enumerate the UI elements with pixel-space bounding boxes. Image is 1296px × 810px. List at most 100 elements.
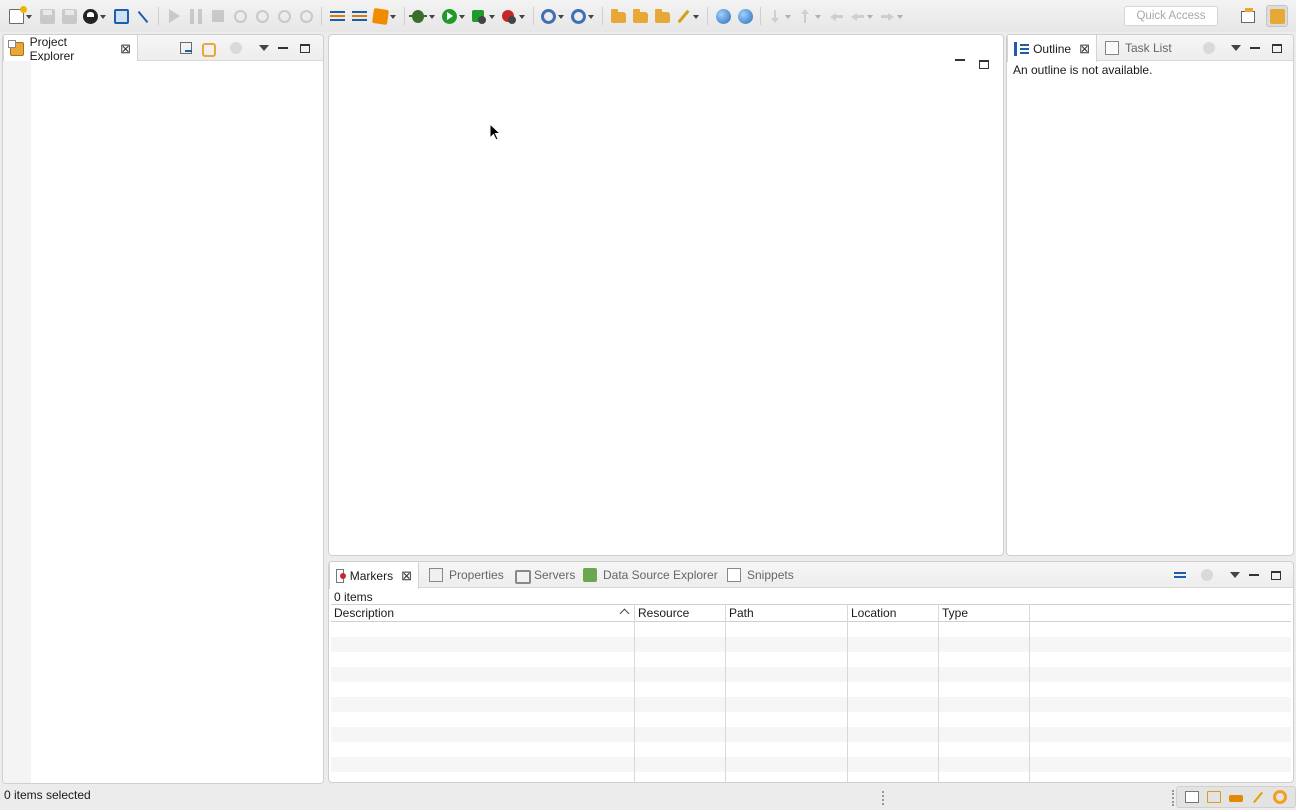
open-perspective-button[interactable] (1238, 7, 1258, 27)
view-menu-button[interactable] (256, 40, 272, 56)
editor-maximize-button[interactable] (979, 60, 989, 69)
maximize-icon (1271, 570, 1281, 580)
samples-icon[interactable] (1251, 791, 1265, 803)
cursor-arrow-icon (489, 123, 501, 141)
toolbar-separator (321, 7, 322, 25)
back-button[interactable] (848, 6, 876, 26)
external-tools-button[interactable] (500, 6, 528, 26)
user-button[interactable] (81, 6, 109, 26)
view-menu-button[interactable] (1227, 567, 1243, 583)
tab-properties[interactable]: Properties (423, 562, 510, 588)
toolbar-separator (602, 7, 603, 25)
status-grip[interactable] (882, 791, 884, 805)
disconnect-button[interactable] (230, 6, 250, 26)
column-header-description[interactable]: Description (331, 605, 635, 622)
column-header-type[interactable]: Type (939, 605, 1030, 622)
markers-header: Markers ⊠ Properties Servers Data Source… (329, 562, 1293, 589)
project-explorer-panel: Project Explorer ⊠ (2, 34, 324, 784)
tab-task-list[interactable]: Task List (1099, 35, 1178, 61)
tab-servers[interactable]: Servers (508, 562, 581, 588)
column-header-path[interactable]: Path (726, 605, 848, 622)
markers-table[interactable]: Description Resource Path Location Type (331, 604, 1291, 782)
new-button[interactable] (7, 5, 35, 26)
debug-button[interactable] (409, 6, 438, 26)
tab-snippets[interactable]: Snippets (721, 562, 800, 588)
trim-grip[interactable] (1172, 790, 1174, 806)
open-file-button[interactable] (652, 6, 672, 26)
column-header-resource[interactable]: Resource (635, 605, 726, 622)
overview-icon[interactable] (1207, 791, 1221, 803)
quick-access-input[interactable]: Quick Access (1124, 6, 1218, 26)
table-row (331, 772, 1291, 782)
step-return-button[interactable] (296, 6, 316, 26)
minimize-button[interactable] (1247, 40, 1263, 56)
resume-button[interactable] (164, 6, 184, 26)
task-list-icon (329, 11, 345, 21)
forward-button[interactable] (878, 6, 906, 26)
globe-button[interactable] (713, 6, 733, 26)
tab-outline[interactable]: Outline ⊠ (1007, 35, 1097, 62)
minimize-button[interactable] (275, 40, 291, 56)
table-body (331, 622, 1291, 782)
focus-button[interactable] (228, 40, 244, 56)
step-over-button[interactable] (274, 6, 294, 26)
filter-button[interactable] (1171, 567, 1187, 583)
new-bean-button[interactable] (371, 6, 399, 26)
next-annotation-button[interactable] (766, 6, 794, 26)
outline-panel: Outline ⊠ Task List An outline is not av… (1006, 34, 1294, 556)
link-with-editor-button[interactable] (199, 40, 216, 57)
terminate-button[interactable] (208, 6, 228, 26)
tab-markers[interactable]: Markers ⊠ (329, 562, 419, 589)
chevron-down-icon (259, 45, 269, 51)
save-button[interactable] (37, 6, 57, 26)
minimize-button[interactable] (1246, 567, 1262, 583)
collapse-all-button[interactable] (178, 40, 194, 56)
tab-project-explorer[interactable]: Project Explorer ⊠ (3, 35, 138, 63)
tutorials-icon[interactable] (1229, 795, 1243, 802)
new-server-button[interactable] (539, 6, 567, 26)
project-tree[interactable] (3, 61, 323, 783)
open-type-button[interactable] (349, 6, 369, 26)
view-menu-button[interactable] (1228, 40, 1244, 56)
maximize-button[interactable] (1269, 40, 1285, 56)
focus-button[interactable] (1199, 567, 1215, 583)
whats-new-icon[interactable] (1273, 790, 1287, 804)
open-folder-button[interactable] (608, 6, 628, 26)
run-button[interactable] (440, 6, 468, 26)
open-project-button[interactable] (630, 6, 650, 26)
wand-icon (136, 9, 151, 24)
column-divider (938, 622, 939, 782)
terminal-button[interactable] (111, 6, 131, 26)
column-header-location[interactable]: Location (848, 605, 939, 622)
debug-icon (409, 9, 427, 23)
wand-button[interactable] (133, 6, 153, 26)
focus-icon (1203, 42, 1215, 54)
pencil-button[interactable] (674, 6, 702, 26)
search-web-button[interactable] (735, 6, 755, 26)
editor-area[interactable] (328, 34, 1004, 556)
status-text: 0 items selected (4, 788, 91, 802)
maximize-button[interactable] (1268, 567, 1284, 583)
tab-label: Servers (534, 568, 576, 582)
last-edit-button[interactable] (826, 6, 846, 26)
close-icon[interactable]: ⊠ (120, 42, 131, 55)
maximize-button[interactable] (297, 40, 313, 56)
welcome-icon[interactable] (1185, 791, 1199, 803)
new-wizard-button[interactable] (569, 6, 597, 26)
suspend-button[interactable] (186, 6, 206, 26)
task-list-button[interactable] (327, 6, 347, 26)
table-row (331, 712, 1291, 727)
sort-ascending-icon (619, 608, 630, 619)
close-icon[interactable]: ⊠ (1079, 42, 1090, 55)
editor-minimize-button[interactable] (955, 59, 965, 61)
previous-annotation-button[interactable] (796, 6, 824, 26)
save-all-button[interactable] (59, 6, 79, 26)
tab-data-source-explorer[interactable]: Data Source Explorer (577, 562, 724, 588)
close-icon[interactable]: ⊠ (401, 569, 412, 582)
toolbar-separator (404, 7, 405, 25)
java-ee-perspective-button[interactable] (1266, 5, 1288, 27)
focus-button[interactable] (1201, 40, 1217, 56)
column-label: Location (851, 606, 897, 620)
step-into-button[interactable] (252, 6, 272, 26)
coverage-button[interactable] (470, 6, 498, 26)
